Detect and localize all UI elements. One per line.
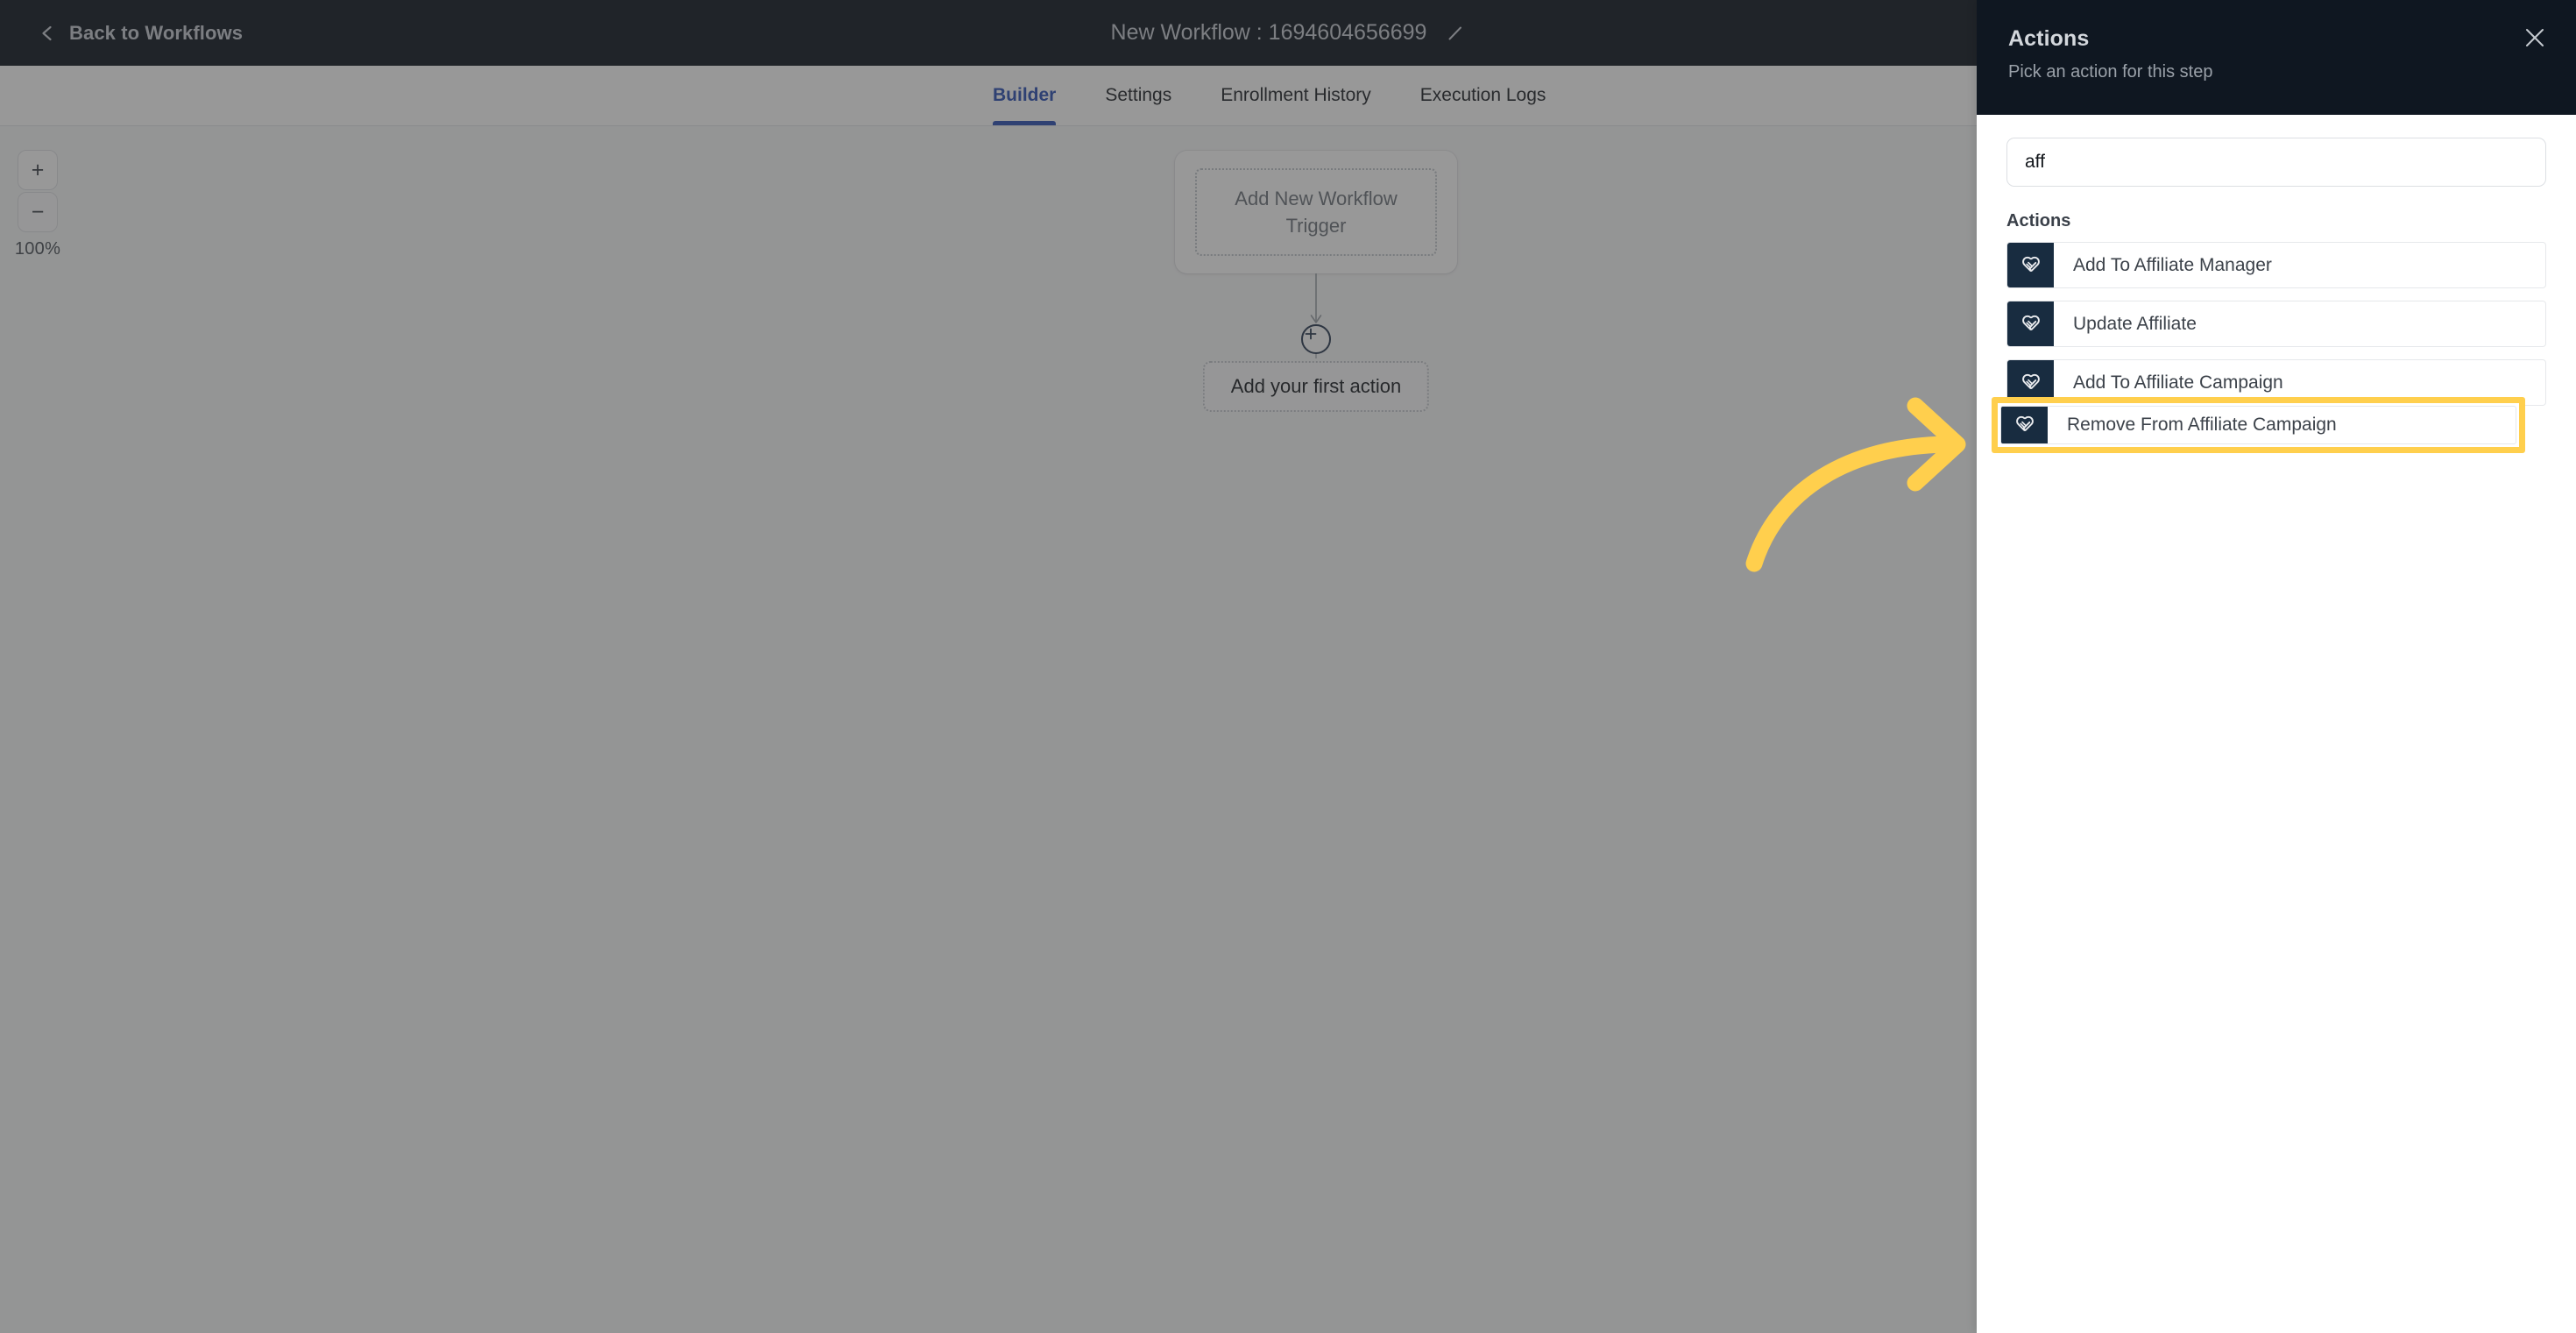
actions-panel: Actions Pick an action for this step Act…	[1977, 0, 2576, 1333]
add-first-action-button[interactable]: Add your first action	[1202, 361, 1430, 412]
zoom-in-button[interactable]: +	[18, 150, 58, 190]
tabs-group: Builder Settings Enrollment History Exec…	[993, 66, 1570, 125]
tab-enrollment-history-label: Enrollment History	[1221, 85, 1371, 105]
add-step-button[interactable]	[1301, 324, 1331, 354]
action-item-label: Update Affiliate	[2073, 313, 2197, 334]
add-workflow-trigger-dropzone: Add New Workflow Trigger	[1195, 168, 1437, 256]
zoom-out-button[interactable]: −	[18, 192, 58, 232]
actions-group-label: Actions	[2006, 211, 2071, 230]
zoom-level-label: 100%	[14, 239, 61, 259]
app-root: Back to Workflows New Workflow : 1694604…	[0, 0, 2576, 1333]
handshake-icon	[2007, 301, 2054, 346]
connector-lines-icon	[1310, 273, 1322, 372]
actions-panel-title: Actions	[2008, 26, 2090, 51]
action-item-add-to-affiliate-manager[interactable]: Add To Affiliate Manager	[2006, 242, 2546, 288]
workflow-flow: Add New Workflow Trigger Add your first …	[1175, 151, 1457, 412]
flow-connector: Add your first action	[1175, 273, 1457, 412]
actions-panel-header: Actions Pick an action for this step	[1977, 0, 2576, 115]
actions-panel-subtitle: Pick an action for this step	[2008, 62, 2213, 82]
zoom-out-label: −	[31, 199, 45, 224]
add-first-action-label: Add your first action	[1230, 375, 1402, 397]
close-icon[interactable]	[2520, 23, 2550, 53]
chevron-left-icon	[39, 25, 55, 41]
pencil-icon[interactable]	[1446, 24, 1465, 43]
tab-execution-logs-label: Execution Logs	[1419, 85, 1546, 105]
search-input[interactable]	[2006, 138, 2546, 187]
tab-execution-logs[interactable]: Execution Logs	[1396, 66, 1571, 125]
action-item-update-affiliate[interactable]: Update Affiliate	[2006, 301, 2546, 347]
highlight-inner: Remove From Affiliate Campaign	[1998, 403, 2519, 447]
highlight-box: Remove From Affiliate Campaign	[1992, 397, 2525, 453]
zoom-in-label: +	[31, 157, 45, 182]
add-workflow-trigger-label: Add New Workflow Trigger	[1235, 188, 1398, 237]
tab-enrollment-history[interactable]: Enrollment History	[1196, 66, 1396, 125]
workflow-title: New Workflow : 1694604656699	[1110, 20, 1427, 45]
zoom-controls: + − 100%	[13, 150, 62, 259]
add-workflow-trigger-card[interactable]: Add New Workflow Trigger	[1175, 151, 1457, 273]
tab-builder[interactable]: Builder	[993, 66, 1080, 125]
handshake-icon	[2001, 407, 2048, 443]
action-item-label: Add To Affiliate Manager	[2073, 254, 2272, 275]
back-to-workflows-label: Back to Workflows	[69, 21, 244, 44]
action-item-remove-from-affiliate-campaign[interactable]: Remove From Affiliate Campaign	[2000, 406, 2516, 444]
handshake-icon	[2007, 243, 2054, 287]
action-item-label: Remove From Affiliate Campaign	[2067, 415, 2337, 435]
tab-settings-label: Settings	[1105, 85, 1172, 105]
tab-settings[interactable]: Settings	[1080, 66, 1196, 125]
back-to-workflows-button[interactable]: Back to Workflows	[39, 0, 243, 66]
tab-builder-label: Builder	[993, 85, 1057, 105]
